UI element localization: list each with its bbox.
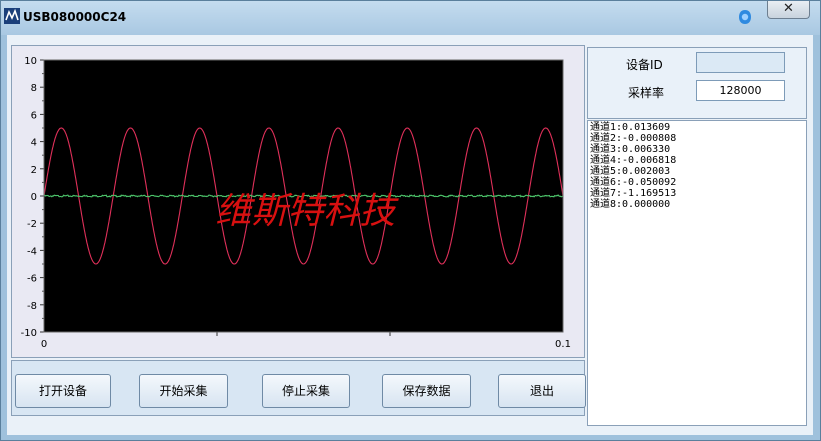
y-tick-label: 0 [31, 192, 37, 203]
y-tick-label: -2 [27, 219, 37, 230]
channel-reading: 通道3:0.006330 [590, 144, 671, 155]
client-area: 10 8 6 4 2 0 -2 -4 -6 -8 -10 0 0.1 维斯特科技 打开设备 开始采集 停止… [7, 35, 813, 435]
channel-reading: 通道8:0.000000 [590, 199, 671, 210]
save-data-button[interactable]: 保存数据 [382, 374, 471, 408]
y-tick-label: 8 [31, 83, 37, 94]
device-id-label: 设备ID [626, 58, 663, 72]
stop-capture-button[interactable]: 停止采集 [262, 374, 350, 408]
channel-reading: 通道2:-0.000808 [590, 133, 677, 144]
y-tick-label: -10 [21, 328, 37, 339]
help-icon[interactable] [737, 9, 753, 25]
channel-reading: 通道4:-0.006818 [590, 155, 677, 166]
y-tick-label: -4 [27, 246, 37, 257]
x-tick-label: 0.1 [555, 339, 571, 350]
title-bar[interactable]: USB080000C24 ✕ [1, 1, 820, 35]
x-tick-label: 0 [41, 339, 47, 350]
open-device-button[interactable]: 打开设备 [15, 374, 111, 408]
sample-rate-label: 采样率 [628, 86, 665, 100]
watermark-text: 维斯特科技 [215, 191, 399, 232]
waveform-chart: 10 8 6 4 2 0 -2 -4 -6 -8 -10 0 0.1 维斯特科技 [21, 56, 571, 350]
y-tick-label: 6 [31, 110, 37, 121]
start-capture-button[interactable]: 开始采集 [139, 374, 228, 408]
button-panel: 打开设备 开始采集 停止采集 保存数据 退出 [11, 360, 586, 416]
device-info-panel: 设备ID 采样率 128000 [587, 47, 807, 119]
y-tick-label: 2 [31, 165, 37, 176]
channel-reading: 通道6:-0.050092 [590, 177, 677, 188]
y-tick-label: -8 [27, 301, 37, 312]
exit-button[interactable]: 退出 [498, 374, 586, 408]
channel-reading: 通道5:0.002003 [590, 166, 671, 177]
main-window: USB080000C24 ✕ 10 8 6 4 2 0 -2 -4 -6 -8 -10 0 0.1 维斯特… [0, 0, 821, 441]
channel-reading: 通道7:-1.169513 [590, 188, 677, 199]
plot-panel: 10 8 6 4 2 0 -2 -4 -6 -8 -10 0 0.1 维斯特科技 [11, 45, 585, 358]
sample-rate-field[interactable]: 128000 [696, 80, 785, 101]
app-icon [4, 8, 20, 24]
y-tick-label: 4 [31, 138, 37, 149]
window-title: USB080000C24 [23, 10, 127, 24]
close-button[interactable]: ✕ [767, 1, 810, 19]
device-id-field[interactable] [696, 52, 785, 73]
y-tick-label: -6 [27, 274, 37, 285]
channel-readings-list[interactable]: 通道1:0.013609 通道2:-0.000808 通道3:0.006330 … [587, 120, 807, 426]
channel-reading: 通道1:0.013609 [590, 122, 671, 133]
y-tick-label: 10 [24, 56, 37, 67]
